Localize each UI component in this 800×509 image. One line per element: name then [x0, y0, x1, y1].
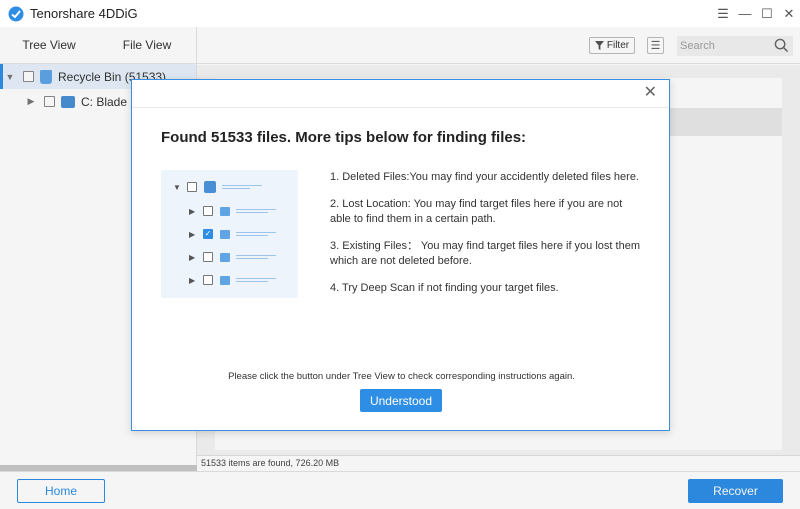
tip-item: 4. Try Deep Scan if not finding your tar… — [330, 282, 559, 294]
window-controls: ☰ — ☐ ✕ — [712, 0, 800, 27]
tip-item: 3. Existing Files： You may find target f… — [330, 240, 640, 267]
restore-icon[interactable]: ☰ — [712, 0, 734, 27]
close-icon[interactable]: ✕ — [778, 0, 800, 27]
illus-row: ▶ — [189, 274, 276, 286]
checked-checkbox-icon: ✓ — [203, 229, 213, 239]
dialog-header: ✕ — [132, 80, 669, 108]
text-lines-icon — [236, 253, 276, 261]
text-lines-icon — [222, 183, 262, 191]
expanded-arrow-icon: ▼ — [173, 182, 181, 192]
app-title: Tenorshare 4DDiG — [30, 6, 138, 21]
folder-icon — [220, 229, 230, 239]
understood-button[interactable]: Understood — [360, 389, 442, 412]
checkbox-icon — [203, 275, 213, 285]
collapsed-arrow-icon: ▶ — [189, 252, 196, 262]
collapsed-arrow-icon: ▶ — [189, 229, 196, 239]
folder-icon — [220, 275, 230, 285]
text-lines-icon — [236, 207, 276, 215]
illus-row: ▶ — [189, 205, 276, 217]
tips-dialog: ✕ Found 51533 files. More tips below for… — [131, 79, 670, 431]
dialog-title: Found 51533 files. More tips below for f… — [161, 129, 527, 146]
collapsed-arrow-icon: ▶ — [189, 206, 196, 216]
tree-illustration: ▼ ▶ ▶ ✓ ▶ ▶ — [161, 170, 298, 298]
text-lines-icon — [236, 276, 276, 284]
folder-icon — [220, 252, 230, 262]
title-bar: Tenorshare 4DDiG ☰ — ☐ ✕ — [0, 0, 800, 27]
tip-item: 2. Lost Location: You may find target fi… — [330, 198, 623, 225]
text-lines-icon — [236, 230, 276, 238]
drive-icon — [204, 181, 216, 193]
illus-row: ▶ ✓ — [189, 228, 276, 240]
minimize-icon[interactable]: — — [734, 0, 756, 27]
folder-icon — [220, 206, 230, 216]
illus-row: ▶ — [189, 251, 276, 263]
collapsed-arrow-icon: ▶ — [189, 275, 196, 285]
tip-item: 1. Deleted Files:You may find your accid… — [330, 171, 639, 183]
checkbox-icon — [203, 206, 213, 216]
illus-row: ▼ — [173, 181, 262, 193]
maximize-icon[interactable]: ☐ — [756, 0, 778, 27]
tips-list: 1. Deleted Files:You may find your accid… — [330, 170, 646, 308]
close-icon[interactable]: ✕ — [644, 85, 657, 101]
app-logo-icon — [8, 6, 24, 21]
dialog-hint: Please click the button under Tree View … — [228, 371, 575, 382]
checkbox-icon — [187, 182, 197, 192]
checkbox-icon — [203, 252, 213, 262]
